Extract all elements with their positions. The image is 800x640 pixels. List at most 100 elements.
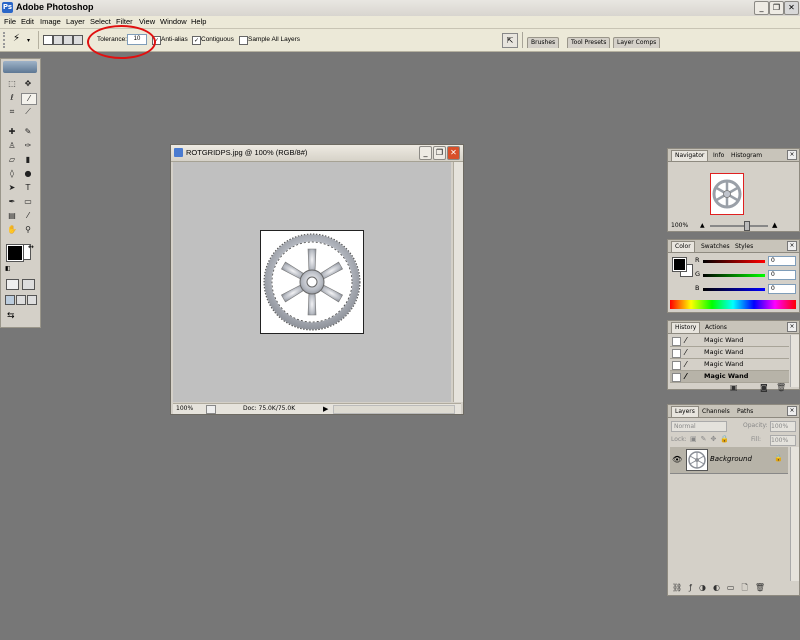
magic-wand-tool-icon[interactable]: ⁄ [21, 93, 37, 105]
default-colors-icon[interactable]: ◧ [5, 265, 11, 272]
move-tool-icon[interactable]: ✥ [21, 79, 35, 89]
document-zoom[interactable]: 100% [176, 404, 193, 414]
contiguous-checkbox[interactable]: ✓ [192, 36, 201, 45]
history-new-document-icon[interactable]: ▣ [730, 383, 738, 392]
path-selection-icon[interactable]: ➤ [5, 183, 19, 193]
intersect-selection-icon[interactable] [73, 35, 83, 45]
palette-tab-layer-comps[interactable]: Layer Comps [613, 37, 661, 48]
menu-edit[interactable]: Edit [21, 17, 34, 26]
swap-colors-icon[interactable]: ↔ [28, 243, 34, 251]
color-spectrum-bar[interactable] [670, 300, 796, 309]
magic-wand-icon[interactable]: ⚡ [13, 33, 20, 44]
document-title-bar[interactable]: ROTGRIDPS.jpg @ 100% (RGB/8#) _ ❐ ✕ [171, 145, 463, 162]
horizontal-scrollbar[interactable] [333, 405, 455, 414]
palette-well-icon[interactable]: ⇱ [502, 33, 518, 48]
menu-layer[interactable]: Layer [66, 17, 85, 26]
opacity-input[interactable]: 100% [770, 421, 796, 432]
blur-tool-icon[interactable]: ◊ [5, 169, 19, 179]
quick-mask-icon[interactable] [22, 279, 35, 290]
palette-close-icon[interactable]: × [787, 322, 797, 332]
menu-help[interactable]: Help [191, 17, 206, 26]
doc-close-button[interactable]: ✕ [447, 146, 460, 160]
marquee-tool-icon[interactable]: ⬚ [5, 79, 19, 89]
blend-mode-select[interactable]: Normal [671, 421, 727, 432]
navigator-view-box[interactable] [710, 173, 744, 215]
history-item[interactable]: ⁄ Magic Wand [670, 359, 789, 371]
menu-view[interactable]: View [139, 17, 155, 26]
new-selection-icon[interactable] [43, 35, 53, 45]
pen-tool-icon[interactable]: ✒ [5, 197, 19, 207]
navigator-zoom[interactable]: 100% [671, 222, 688, 229]
tab-styles[interactable]: Styles [732, 242, 757, 252]
gradient-tool-icon[interactable]: ▮ [21, 155, 35, 165]
status-menu-arrow-icon[interactable]: ▶ [323, 404, 328, 414]
history-source-checkbox[interactable] [672, 361, 681, 370]
foreground-color-swatch[interactable] [6, 244, 24, 262]
lasso-tool-icon[interactable]: ℓ [5, 93, 19, 103]
tab-info[interactable]: Info [710, 151, 728, 161]
vertical-scrollbar[interactable] [453, 162, 463, 402]
screen-mode-full-menu-icon[interactable] [16, 295, 26, 305]
foreground-color-box[interactable] [672, 257, 687, 272]
history-item[interactable]: ⁄ Magic Wand [670, 335, 789, 347]
eye-icon[interactable]: 👁 [672, 455, 682, 464]
color-b-value[interactable]: 0 [768, 284, 796, 294]
close-button[interactable]: ✕ [784, 1, 799, 15]
fill-input[interactable]: 100% [770, 435, 796, 446]
menu-file[interactable]: File [4, 17, 16, 26]
jump-to-imageready-icon[interactable]: ⇆ [7, 311, 15, 321]
brush-tool-icon[interactable]: ✎ [21, 127, 35, 137]
menu-window[interactable]: Window [160, 17, 187, 26]
color-b-slider[interactable] [703, 288, 765, 291]
add-selection-icon[interactable] [53, 35, 63, 45]
history-item[interactable]: ⁄ Magic Wand [670, 347, 789, 359]
subtract-selection-icon[interactable] [63, 35, 73, 45]
standard-mode-icon[interactable] [6, 279, 19, 290]
palette-tab-brushes[interactable]: Brushes [527, 37, 560, 48]
shape-tool-icon[interactable]: ▭ [21, 197, 35, 207]
palette-tab-tool-presets[interactable]: Tool Presets [567, 37, 611, 48]
tab-channels[interactable]: Channels [699, 407, 733, 417]
doc-minimize-button[interactable]: _ [419, 146, 432, 160]
layer-row-background[interactable]: 👁 Background 🔒 [670, 447, 788, 474]
layer-actions-icons[interactable]: ⛓ƒ◑◐▭🗋🗑 [672, 582, 772, 596]
tab-color[interactable]: Color [671, 241, 695, 252]
screen-mode-full-icon[interactable] [27, 295, 37, 305]
tab-histogram[interactable]: Histogram [728, 151, 766, 161]
hand-tool-icon[interactable]: ✋ [5, 225, 19, 235]
history-scrollbar[interactable] [790, 335, 799, 387]
clone-stamp-icon[interactable]: ♙ [5, 141, 19, 151]
healing-brush-icon[interactable]: ✚ [5, 127, 19, 137]
palette-close-icon[interactable]: × [787, 241, 797, 251]
zoom-tool-icon[interactable]: ⚲ [21, 225, 35, 235]
tool-preset-dropdown-icon[interactable]: ▾ [27, 37, 30, 44]
zoom-out-icon[interactable]: ▲ [700, 222, 705, 229]
zoom-in-icon[interactable]: ▲ [772, 221, 777, 229]
history-snapshot-icon[interactable]: ◙ [760, 383, 768, 392]
palette-close-icon[interactable]: × [787, 406, 797, 416]
color-g-slider[interactable] [703, 274, 765, 277]
sample-all-layers-checkbox[interactable] [239, 36, 248, 45]
color-r-value[interactable]: 0 [768, 256, 796, 266]
screen-mode-standard-icon[interactable] [5, 295, 15, 305]
tab-actions[interactable]: Actions [702, 323, 730, 333]
tab-paths[interactable]: Paths [734, 407, 757, 417]
tab-swatches[interactable]: Swatches [698, 242, 733, 252]
eyedropper-tool-icon[interactable]: ⁄ [21, 211, 35, 221]
type-tool-icon[interactable]: T [21, 183, 35, 193]
layers-scrollbar[interactable] [790, 447, 799, 581]
lock-icons[interactable]: ▣✎✥🔒 [690, 435, 733, 443]
restore-button[interactable]: ❐ [769, 1, 784, 15]
crop-tool-icon[interactable]: ⌗ [5, 107, 19, 117]
tab-navigator[interactable]: Navigator [671, 150, 709, 161]
color-r-slider[interactable] [703, 260, 765, 263]
tab-history[interactable]: History [671, 322, 701, 333]
dodge-tool-icon[interactable]: ● [21, 169, 35, 179]
history-delete-icon[interactable]: 🗑 [776, 383, 786, 392]
history-source-checkbox[interactable] [672, 373, 681, 382]
notes-tool-icon[interactable]: ▤ [5, 211, 19, 221]
menu-image[interactable]: Image [40, 17, 61, 26]
history-item-active[interactable]: ⁄ Magic Wand [670, 371, 789, 383]
menu-select[interactable]: Select [90, 17, 111, 26]
color-g-value[interactable]: 0 [768, 270, 796, 280]
